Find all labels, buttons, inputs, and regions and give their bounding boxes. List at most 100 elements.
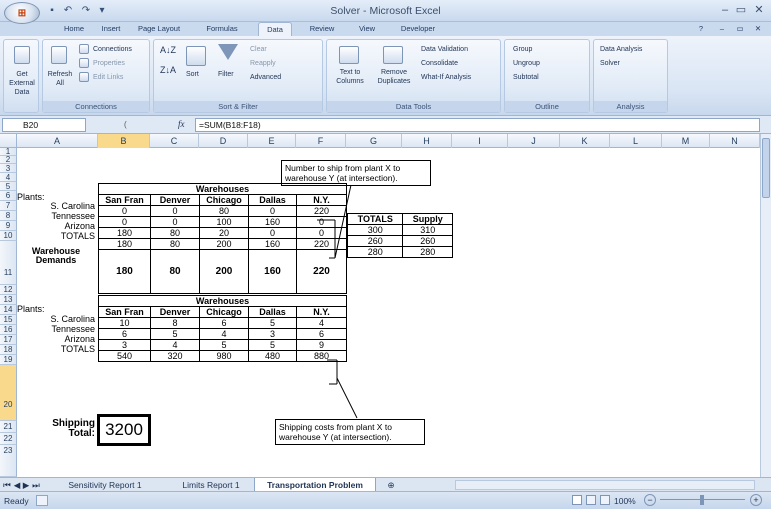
get-external-data-button[interactable]: Get External Data <box>4 70 40 97</box>
subtotal-button[interactable]: Subtotal <box>513 73 539 82</box>
zoom-level[interactable]: 100% <box>614 496 636 506</box>
tab-formulas[interactable]: Formulas <box>200 22 244 36</box>
row-header[interactable]: 13 <box>0 295 17 305</box>
name-box[interactable]: B20 <box>2 118 86 132</box>
cost-cell[interactable]: 3 <box>98 339 151 351</box>
row-header[interactable]: 21 <box>0 421 17 433</box>
supply-cell[interactable]: 260 <box>402 235 453 247</box>
row-header[interactable]: 8 <box>0 211 17 221</box>
total-cell[interactable]: 180 <box>98 238 151 250</box>
total-cell[interactable]: 200 <box>199 238 249 250</box>
formula-input[interactable]: =SUM(B18:F18) <box>195 118 760 132</box>
cost-total-cell[interactable]: 980 <box>199 350 249 362</box>
group-button[interactable]: Group <box>513 45 532 54</box>
prev-sheet-icon[interactable]: ◀ <box>13 478 21 492</box>
supply-cell[interactable]: 310 <box>402 224 453 236</box>
tab-review[interactable]: Review <box>302 22 342 36</box>
cost-cell[interactable]: 5 <box>248 339 297 351</box>
tab-data[interactable]: Data <box>258 22 292 37</box>
cost-cell[interactable]: 6 <box>199 317 249 329</box>
row-header[interactable]: 6 <box>0 191 17 201</box>
shipment-cell[interactable]: 0 <box>296 216 347 228</box>
vertical-scrollbar[interactable] <box>760 134 771 477</box>
col-header[interactable]: K <box>560 134 610 148</box>
col-header[interactable]: D <box>199 134 248 148</box>
sort-button[interactable]: Sort <box>186 70 199 79</box>
sheet-tab[interactable]: Sensitivity Report 1 <box>44 478 166 492</box>
worksheet-grid[interactable]: Number to ship from plant X to warehouse… <box>17 148 760 458</box>
advanced-button[interactable]: Advanced <box>250 73 281 82</box>
shipment-cell[interactable]: 220 <box>296 205 347 217</box>
col-header[interactable]: E <box>248 134 296 148</box>
demand-cell[interactable]: 200 <box>199 249 249 294</box>
consolidate-button[interactable]: Consolidate <box>421 59 458 68</box>
supply-cell[interactable]: 280 <box>402 246 453 258</box>
cost-cell[interactable]: 5 <box>199 339 249 351</box>
data-analysis-button[interactable]: Data Analysis <box>600 45 642 54</box>
row-header[interactable]: 2 <box>0 156 17 164</box>
col-header[interactable]: H <box>402 134 452 148</box>
next-sheet-icon[interactable]: ▶ <box>22 478 30 492</box>
plant-total-cell[interactable]: 260 <box>346 235 404 247</box>
row-header[interactable]: 19 <box>0 355 17 365</box>
data-validation-button[interactable]: Data Validation <box>421 45 468 54</box>
row-header[interactable]: 17 <box>0 335 17 345</box>
plant-total-cell[interactable]: 300 <box>346 224 404 236</box>
cost-cell[interactable]: 4 <box>296 317 347 329</box>
col-header[interactable]: B <box>98 134 150 148</box>
zoom-out-icon[interactable]: − <box>644 494 656 506</box>
row-header[interactable]: 16 <box>0 325 17 335</box>
shipment-cell[interactable]: 0 <box>296 227 347 239</box>
tab-insert[interactable]: Insert <box>94 22 128 36</box>
shipment-cell[interactable]: 0 <box>150 205 200 217</box>
col-header[interactable]: M <box>662 134 710 148</box>
cost-cell[interactable]: 4 <box>199 328 249 340</box>
cost-cell[interactable]: 6 <box>98 328 151 340</box>
total-cell[interactable]: 80 <box>150 238 200 250</box>
cost-cell[interactable]: 8 <box>150 317 200 329</box>
col-header[interactable]: L <box>610 134 662 148</box>
macro-record-icon[interactable] <box>36 495 48 506</box>
select-all-corner[interactable] <box>0 134 17 148</box>
insert-sheet-icon[interactable]: ⊕ <box>380 478 402 492</box>
cost-total-cell[interactable]: 480 <box>248 350 297 362</box>
cost-cell[interactable]: 9 <box>296 339 347 351</box>
cost-cell[interactable]: 6 <box>296 328 347 340</box>
row-header[interactable]: 23 <box>0 445 17 477</box>
cost-cell[interactable]: 10 <box>98 317 151 329</box>
zoom-slider-thumb[interactable] <box>700 495 704 505</box>
solver-button[interactable]: Solver <box>600 59 620 68</box>
horizontal-scrollbar[interactable] <box>455 480 755 490</box>
edit-links-button[interactable]: Edit Links <box>93 73 123 82</box>
total-cell[interactable]: 220 <box>296 238 347 250</box>
workbook-close-icon[interactable]: ✕ <box>752 22 764 36</box>
cost-cell[interactable]: 5 <box>150 328 200 340</box>
ungroup-button[interactable]: Ungroup <box>513 59 540 68</box>
row-header[interactable]: 5 <box>0 182 17 191</box>
shipment-cell[interactable]: 80 <box>150 227 200 239</box>
col-header[interactable]: J <box>508 134 560 148</box>
shipment-cell[interactable]: 160 <box>248 216 297 228</box>
minimize-icon[interactable]: – <box>718 3 732 17</box>
shipment-cell[interactable]: 0 <box>98 205 151 217</box>
help-icon[interactable]: ? <box>694 22 708 36</box>
shipment-cell[interactable]: 0 <box>248 227 297 239</box>
demand-cell[interactable]: 160 <box>248 249 297 294</box>
row-header[interactable]: 22 <box>0 433 17 445</box>
shipment-cell[interactable]: 0 <box>98 216 151 228</box>
shipment-cell[interactable]: 180 <box>98 227 151 239</box>
ribbon-minimize-icon[interactable]: – <box>716 22 728 36</box>
shipment-cell[interactable]: 0 <box>248 205 297 217</box>
maximize-icon[interactable]: ▭ <box>734 3 748 17</box>
col-header[interactable]: C <box>150 134 199 148</box>
normal-view-icon[interactable] <box>572 495 582 505</box>
total-cell[interactable]: 160 <box>248 238 297 250</box>
what-if-analysis-button[interactable]: What-If Analysis <box>421 73 471 82</box>
close-icon[interactable]: ✕ <box>752 3 766 17</box>
row-header[interactable]: 10 <box>0 231 17 241</box>
shipping-total-cell[interactable]: 3200 <box>97 414 151 446</box>
row-header[interactable]: 9 <box>0 221 17 231</box>
col-header[interactable]: I <box>452 134 508 148</box>
page-break-view-icon[interactable] <box>600 495 610 505</box>
refresh-all-button[interactable]: Refresh All <box>45 70 75 88</box>
